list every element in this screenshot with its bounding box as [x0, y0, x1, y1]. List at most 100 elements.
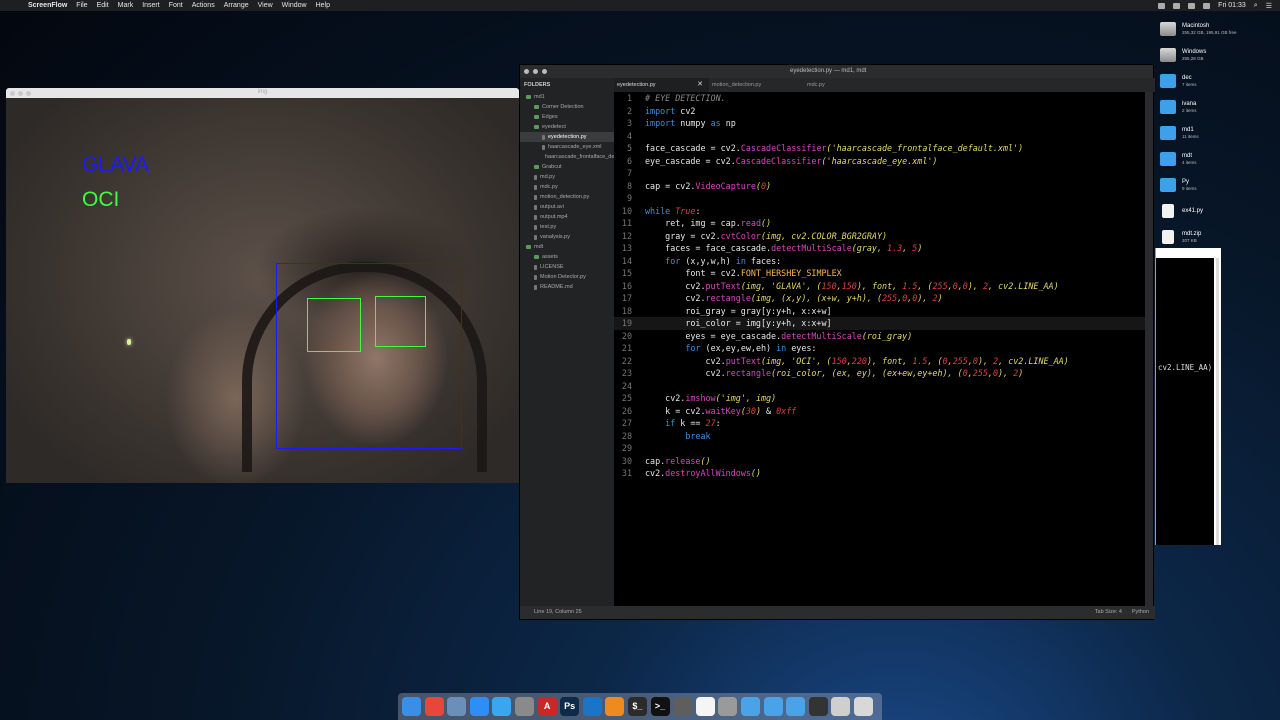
code-line[interactable]: 18 roi_gray = gray[y:y+h, x:x+w]	[614, 305, 1147, 318]
code-line[interactable]: 7	[614, 167, 1147, 180]
tab-close-icon[interactable]: ✕	[697, 78, 703, 92]
tree-file[interactable]: md.py	[520, 172, 614, 182]
desktop-item[interactable]: mdt.zip 207 KB	[1160, 224, 1270, 250]
menu-font[interactable]: Font	[169, 2, 183, 9]
folder2-icon[interactable]	[786, 697, 806, 716]
minimize-button[interactable]	[533, 69, 538, 74]
code-line[interactable]: 10 while True:	[614, 205, 1147, 218]
tab-mdc[interactable]: mdc.py	[804, 78, 899, 92]
menu-window[interactable]: Window	[282, 2, 307, 9]
gear-icon[interactable]	[718, 697, 738, 716]
battery-icon[interactable]	[1203, 2, 1211, 9]
code-line[interactable]: 29	[614, 442, 1147, 455]
tree-file[interactable]: LICENSE	[520, 262, 614, 272]
screenflow-icon[interactable]	[673, 697, 693, 716]
chrome-icon[interactable]	[424, 697, 444, 716]
wifi-icon[interactable]	[1173, 2, 1181, 9]
img-window-titlebar[interactable]: img	[6, 88, 519, 98]
tree-folder[interactable]: Corner Detection	[520, 102, 614, 112]
tree-folder[interactable]: md1	[520, 92, 614, 102]
messages-icon[interactable]	[492, 697, 512, 716]
screenflow-status-icon[interactable]	[1158, 2, 1166, 9]
acrobat-icon[interactable]: A	[537, 697, 557, 716]
preview-icon[interactable]	[447, 697, 467, 716]
vscode-icon[interactable]	[582, 697, 602, 716]
code-line[interactable]: 23 cv2.rectangle(roi_color, (ex, ey), (e…	[614, 367, 1147, 380]
document-icon[interactable]	[695, 697, 715, 716]
tree-folder[interactable]: mdt	[520, 242, 614, 252]
code-line[interactable]: 12 gray = cv2.cvtColor(img, cv2.COLOR_BG…	[614, 230, 1147, 243]
appstore-icon[interactable]	[469, 697, 489, 716]
code-line[interactable]: 22 cv2.putText(img, 'OCI', (150,220), fo…	[614, 355, 1147, 368]
img-window[interactable]: img GLAVA OCI	[6, 88, 519, 483]
tab-motion-detection[interactable]: motion_detection.py	[709, 78, 804, 92]
code-line[interactable]: 17 cv2.rectangle(img, (x,y), (x+w, y+h),…	[614, 292, 1147, 305]
tree-file[interactable]: haarcascade_eye.xml	[520, 142, 614, 152]
tree-file[interactable]: test.py	[520, 222, 614, 232]
notification-center-icon[interactable]: ☰	[1266, 2, 1272, 10]
code-line[interactable]: 27 if k == 27:	[614, 417, 1147, 430]
drive-icon[interactable]	[831, 697, 851, 716]
tree-file[interactable]: output.mp4	[520, 212, 614, 222]
terminal2-icon[interactable]: >_	[650, 697, 670, 716]
menu-file[interactable]: File	[76, 2, 87, 9]
menu-arrange[interactable]: Arrange	[224, 2, 249, 9]
code-line[interactable]: 19 roi_color = img[y:y+h, x:x+w]	[614, 317, 1147, 330]
editor-scrollbar[interactable]	[1145, 92, 1153, 608]
volume-icon[interactable]	[1188, 2, 1196, 9]
code-line[interactable]: 13 faces = face_cascade.detectMultiScale…	[614, 242, 1147, 255]
code-line[interactable]: 5 face_cascade = cv2.CascadeClassifier('h…	[614, 142, 1147, 155]
code-line[interactable]: 16 cv2.putText(img, 'GLAVA', (150,150), …	[614, 280, 1147, 293]
clock[interactable]: Fri 01:33	[1218, 2, 1246, 9]
menu-actions[interactable]: Actions	[192, 2, 215, 9]
code-line[interactable]: 9	[614, 192, 1147, 205]
code-line[interactable]: 15 font = cv2.FONT_HERSHEY_SIMPLEX	[614, 267, 1147, 280]
tree-folder[interactable]: assets	[520, 252, 614, 262]
code-line[interactable]: 25 cv2.imshow('img', img)	[614, 392, 1147, 405]
code-line[interactable]: 28 break	[614, 430, 1147, 443]
menu-app-name[interactable]: ScreenFlow	[28, 2, 67, 9]
code-line[interactable]: 11 ret, img = cap.read()	[614, 217, 1147, 230]
desktop-item[interactable]: dec 7 items	[1160, 68, 1270, 94]
code-line[interactable]: 20 eyes = eye_cascade.detectMultiScale(r…	[614, 330, 1147, 343]
tree-file[interactable]: output.avi	[520, 202, 614, 212]
code-line[interactable]: 8 cap = cv2.VideoCapture(0)	[614, 180, 1147, 193]
folder-icon[interactable]	[763, 697, 783, 716]
finder-icon[interactable]	[402, 697, 421, 716]
desktop-item[interactable]: Py 9 items	[1160, 172, 1270, 198]
editor-window[interactable]: eyedetection.py — md1, mdt FOLDERS md1 Co…	[519, 64, 1155, 620]
menu-view[interactable]: View	[258, 2, 273, 9]
code-line[interactable]: 14 for (x,y,w,h) in faces:	[614, 255, 1147, 268]
desktop-item[interactable]: mdt 4 items	[1160, 146, 1270, 172]
desktop-item[interactable]: Windows 255,28 GB	[1160, 42, 1270, 68]
system-preferences-icon[interactable]	[514, 697, 534, 716]
tree-file[interactable]: Motion Detector.py	[520, 272, 614, 282]
tree-file[interactable]: motion_detection.py	[520, 192, 614, 202]
photoshop-icon[interactable]: Ps	[560, 697, 580, 716]
tree-folder[interactable]: Edges	[520, 112, 614, 122]
tree-file[interactable]: haarcascade_frontalface_default.xml	[520, 152, 614, 162]
syntax-selector[interactable]: Python	[1132, 606, 1149, 619]
menu-insert[interactable]: Insert	[142, 2, 160, 9]
code-line[interactable]: 24	[614, 380, 1147, 393]
menu-help[interactable]: Help	[316, 2, 330, 9]
close-button[interactable]	[524, 69, 529, 74]
code-line[interactable]: 26 k = cv2.waitKey(30) & 0xff	[614, 405, 1147, 418]
code-line[interactable]: 4	[614, 130, 1147, 143]
code-line[interactable]: 1 # EYE DETECTION.	[614, 92, 1147, 105]
desktop-item[interactable]: md1 11 items	[1160, 120, 1270, 146]
code-line[interactable]: 2 import cv2	[614, 105, 1147, 118]
scrollbar[interactable]	[1216, 258, 1219, 545]
tab-size-selector[interactable]: Tab Size: 4	[1095, 606, 1122, 619]
screenshot-icon[interactable]	[808, 697, 828, 716]
tree-file[interactable]: README.md	[520, 282, 614, 292]
zoom-button[interactable]	[542, 69, 547, 74]
background-window[interactable]: cv2.LINE_AA)	[1155, 248, 1221, 545]
tree-folder[interactable]: eyedetect	[520, 122, 614, 132]
menu-edit[interactable]: Edit	[97, 2, 109, 9]
tree-file[interactable]: mdc.py	[520, 182, 614, 192]
code-line[interactable]: 6 eye_cascade = cv2.CascadeClassifier('ha…	[614, 155, 1147, 168]
editor-titlebar[interactable]: eyedetection.py — md1, mdt	[520, 65, 1153, 78]
code-line[interactable]: 31 cv2.destroyAllWindows()	[614, 467, 1147, 480]
code-line[interactable]: 3 import numpy as np	[614, 117, 1147, 130]
